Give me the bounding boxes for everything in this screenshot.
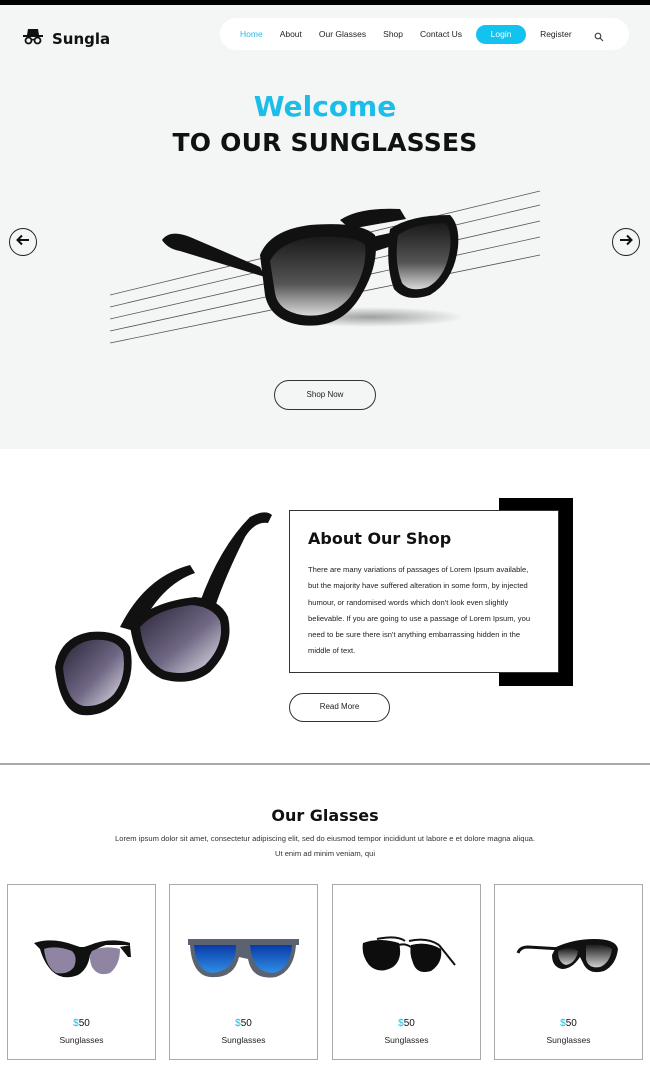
logo[interactable]: Sungla xyxy=(22,27,110,50)
about-sunglasses-image xyxy=(50,507,280,727)
read-more-button[interactable]: Read More xyxy=(289,693,390,722)
nav-home[interactable]: Home xyxy=(240,29,263,39)
arrow-left-icon xyxy=(16,233,30,251)
nav-contact-us[interactable]: Contact Us xyxy=(420,29,462,39)
login-button[interactable]: Login xyxy=(476,24,527,44)
product-price: $50 xyxy=(235,1018,252,1029)
product-image-cat-eye-sunglasses xyxy=(8,935,155,979)
nav-about[interactable]: About xyxy=(280,29,302,39)
about-card: About Our Shop There are many variations… xyxy=(289,510,559,673)
product-name: Sunglasses xyxy=(546,1035,591,1045)
hero-subtitle: TO OUR SUNGLASSES xyxy=(172,128,478,157)
slider-prev-button[interactable] xyxy=(9,228,37,256)
about-text: There are many variations of passages of… xyxy=(308,565,531,656)
nav-shop[interactable]: Shop xyxy=(383,29,403,39)
glasses-section-description: Lorem ipsum dolor sit amet, consectetur … xyxy=(115,834,535,858)
nav-our-glasses[interactable]: Our Glasses xyxy=(319,29,366,39)
product-image-oversized-sunglasses xyxy=(495,935,642,975)
glasses-section-title: Our Glasses xyxy=(271,806,379,825)
slider-next-button[interactable] xyxy=(612,228,640,256)
search-icon[interactable] xyxy=(594,29,604,42)
hero-sunglasses-image xyxy=(109,185,545,350)
shop-now-button[interactable]: Shop Now xyxy=(274,380,376,410)
hat-glasses-logo-icon xyxy=(22,27,44,50)
product-image-blue-mirror-sunglasses xyxy=(170,935,317,981)
hero-welcome: Welcome xyxy=(253,90,397,123)
product-name: Sunglasses xyxy=(384,1035,429,1045)
register-link[interactable]: Register xyxy=(540,29,572,39)
about-title: About Our Shop xyxy=(308,529,452,548)
product-price: $50 xyxy=(560,1018,577,1029)
product-card[interactable]: $50 Sunglasses xyxy=(169,884,318,1060)
main-nav: Home About Our Glasses Shop Contact Us L… xyxy=(220,18,629,50)
product-image-aviator-sunglasses xyxy=(333,935,480,977)
product-card[interactable]: $50 Sunglasses xyxy=(332,884,481,1060)
product-price: $50 xyxy=(73,1018,90,1029)
product-card[interactable]: $50 Sunglasses xyxy=(494,884,643,1060)
arrow-right-icon xyxy=(619,233,633,251)
product-name: Sunglasses xyxy=(221,1035,266,1045)
brand-name: Sungla xyxy=(52,29,111,48)
product-price: $50 xyxy=(398,1018,415,1029)
product-name: Sunglasses xyxy=(59,1035,104,1045)
about-section: About Our Shop There are many variations… xyxy=(0,449,650,763)
section-divider xyxy=(0,763,650,765)
product-card[interactable]: $50 Sunglasses xyxy=(7,884,156,1060)
hero-section: Sungla Home About Our Glasses Shop Conta… xyxy=(0,5,650,449)
